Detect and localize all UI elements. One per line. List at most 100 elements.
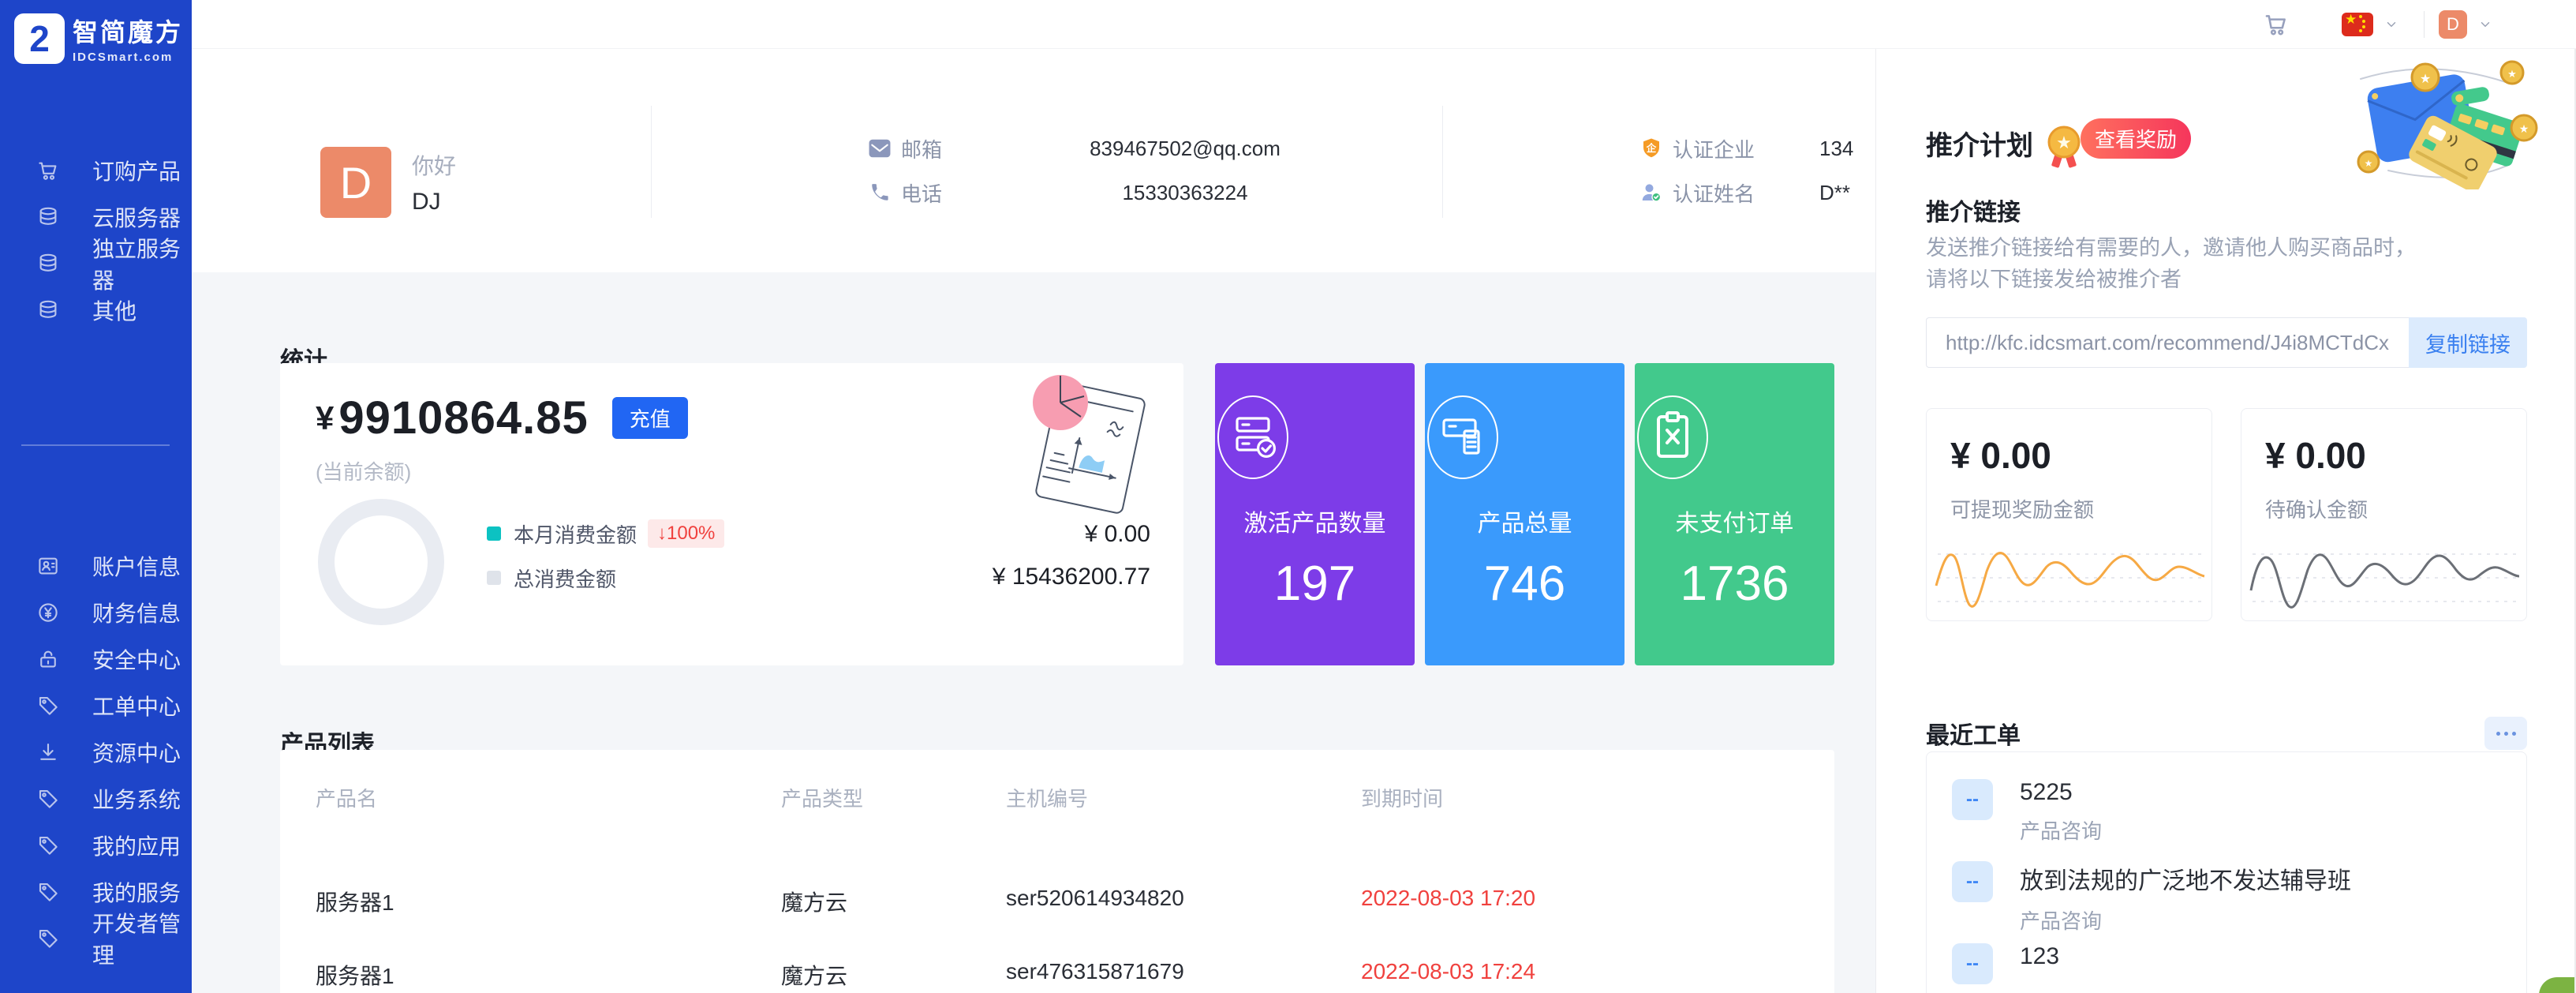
enterprise-shield-icon: 企 — [1639, 137, 1663, 160]
sidebar-item-label: 开发者管理 — [92, 907, 192, 970]
sidebar-item-label: 我的应用 — [92, 830, 181, 861]
sidebar-item-business-system[interactable]: 业务系统 — [0, 775, 192, 822]
sidebar-item-finance-info[interactable]: 财务信息 — [0, 589, 192, 635]
sidebar-item-dedicated-server[interactable]: 独立服务器 — [0, 240, 192, 287]
ticket-item[interactable]: -- 5225 产品咨询 — [1952, 779, 2102, 845]
recharge-button[interactable]: 充值 — [612, 397, 688, 439]
legend-swatch-gray — [487, 571, 501, 585]
person-check-icon — [1639, 181, 1663, 204]
balance-amount: 9910864.85 — [338, 392, 588, 444]
sidebar-item-label: 业务系统 — [92, 783, 181, 815]
brand-logo-text: 智简魔方 IDCSmart.com — [73, 13, 183, 64]
email-row: 邮箱 839467502@qq.com — [868, 134, 1374, 163]
avatar[interactable]: D — [2439, 10, 2467, 39]
metric-label: 未支付订单 — [1635, 504, 1834, 538]
dashboard-page: 2 智简魔方 IDCSmart.com 订购产品 云服务器 — [0, 0, 2576, 993]
cert-company-label: 认证企业 — [1673, 134, 1791, 163]
ticket-title: 放到法规的广泛地不发达辅导班 — [2020, 861, 2351, 896]
profile-block: D 你好 DJ — [320, 147, 456, 218]
metric-card-total-products[interactable]: 产品总量 746 — [1425, 363, 1624, 665]
reward-sparkline-gray — [2246, 527, 2522, 616]
language-flag-icon[interactable]: ★ — [2342, 13, 2373, 36]
sidebar-item-order-products[interactable]: 订购产品 — [0, 147, 192, 193]
referral-panel: 推介计划 ★ 查看奖励 — [1875, 49, 2576, 993]
email-label: 邮箱 — [901, 134, 996, 163]
ticket-icon: -- — [1952, 779, 1993, 820]
phone-icon — [868, 181, 892, 204]
cert-company-value: 134 — [1819, 137, 1853, 161]
recent-tickets-card: -- 5225 产品咨询 -- 放到法规的广泛地不发达辅导班 产品咨询 -- 1… — [1926, 751, 2527, 993]
metric-card-active-products[interactable]: 激活产品数量 197 — [1215, 363, 1415, 665]
phone-value: 15330363224 — [996, 181, 1374, 205]
consumption-legend: 本月消费金额 ↓100% 总消费金额 — [487, 518, 724, 606]
brand-logo[interactable]: 2 智简魔方 IDCSmart.com — [14, 13, 183, 64]
sidebar: 2 智简魔方 IDCSmart.com 订购产品 云服务器 — [0, 0, 192, 993]
ticket-title: 5225 — [2020, 779, 2102, 806]
referral-link-input[interactable] — [1926, 317, 2409, 368]
ticket-title: 123 — [2020, 943, 2059, 970]
sidebar-item-account-info[interactable]: 账户信息 — [0, 542, 192, 589]
column-header-name: 产品名 — [316, 783, 377, 812]
sidebar-secondary-nav: 账户信息 财务信息 安全中心 工单中心 — [0, 542, 192, 961]
ticket-item[interactable]: -- 123 — [1952, 943, 2059, 984]
balance-stats-card: ¥ 9910864.85 充值 (当前余额) 本月消费金额 ↓100% 总消费金… — [280, 363, 1183, 665]
clipboard-x-icon — [1635, 393, 1834, 482]
download-icon — [36, 740, 61, 765]
legend-swatch-teal — [487, 526, 501, 541]
svg-text:★: ★ — [2507, 68, 2517, 80]
sidebar-item-label: 财务信息 — [92, 597, 181, 628]
withdrawable-reward-card: ¥ 0.00 可提现奖励金额 — [1926, 408, 2212, 621]
metric-card-unpaid-orders[interactable]: 未支付订单 1736 — [1635, 363, 1834, 665]
divider — [651, 106, 652, 218]
ticket-icon: -- — [1952, 943, 1993, 984]
metric-value: 746 — [1425, 556, 1624, 612]
sidebar-item-label: 工单中心 — [92, 690, 181, 721]
legend-month-consumption: 本月消费金额 ↓100% — [487, 518, 724, 549]
ticket-category: 产品咨询 — [2020, 815, 2102, 845]
wallet-illustration: ★ ★ ★ ★ — [2337, 55, 2538, 189]
greeting-text: 你好 — [412, 149, 456, 181]
tag-icon — [36, 926, 61, 951]
chevron-down-icon[interactable] — [2478, 17, 2492, 32]
referral-description: 发送推介链接给有需要的人，邀请他人购买商品时， 请将以下链接发给被推介者 — [1926, 232, 2416, 295]
sidebar-item-my-apps[interactable]: 我的应用 — [0, 822, 192, 868]
column-header-type: 产品类型 — [781, 783, 863, 812]
user-name: DJ — [412, 189, 456, 215]
id-card-icon — [36, 553, 61, 579]
reward-amount: ¥ 0.00 — [2265, 434, 2366, 477]
metric-value: 1736 — [1635, 556, 1834, 612]
consumption-donut-chart — [318, 499, 444, 625]
cert-name-label: 认证姓名 — [1673, 178, 1791, 208]
chevron-down-icon[interactable] — [2384, 17, 2398, 32]
sidebar-item-label: 我的服务 — [92, 876, 181, 908]
svg-text:★: ★ — [2420, 73, 2431, 86]
contact-block: 邮箱 839467502@qq.com 电话 15330363224 — [868, 134, 1374, 223]
phone-label: 电话 — [901, 178, 996, 208]
sidebar-item-ticket-center[interactable]: 工单中心 — [0, 682, 192, 729]
database-icon — [36, 251, 61, 276]
database-icon — [36, 204, 61, 230]
sidebar-divider — [21, 444, 170, 446]
brand-name: 智简魔方 — [73, 13, 183, 49]
referral-link-box: 复制链接 — [1926, 317, 2527, 368]
svg-text:★: ★ — [2365, 158, 2373, 169]
more-options-button[interactable] — [2484, 717, 2527, 750]
cert-company-row: 企 认证企业 134 — [1639, 134, 1853, 163]
cart-icon[interactable] — [2263, 11, 2290, 38]
copy-link-button[interactable]: 复制链接 — [2409, 317, 2527, 368]
view-rewards-badge[interactable]: 查看奖励 — [2081, 118, 2191, 159]
product-table: 产品名 产品类型 主机编号 到期时间 服务器1 魔方云 ser520614934… — [280, 750, 1834, 993]
sidebar-item-developer-management[interactable]: 开发者管理 — [0, 915, 192, 961]
card-list-icon — [1425, 393, 1624, 482]
ticket-item[interactable]: -- 放到法规的广泛地不发达辅导班 产品咨询 — [1952, 861, 2351, 935]
mail-icon — [868, 137, 892, 160]
database-icon — [36, 298, 61, 323]
ticket-category: 产品咨询 — [2020, 905, 2351, 935]
medal-icon: ★ — [2041, 123, 2087, 172]
tag-icon — [36, 879, 61, 905]
sidebar-item-security-center[interactable]: 安全中心 — [0, 635, 192, 682]
sidebar-item-resource-center[interactable]: 资源中心 — [0, 729, 192, 775]
cert-name-value: D** — [1819, 181, 1850, 205]
sidebar-item-label: 独立服务器 — [92, 232, 192, 295]
brand-domain: IDCSmart.com — [73, 51, 183, 64]
